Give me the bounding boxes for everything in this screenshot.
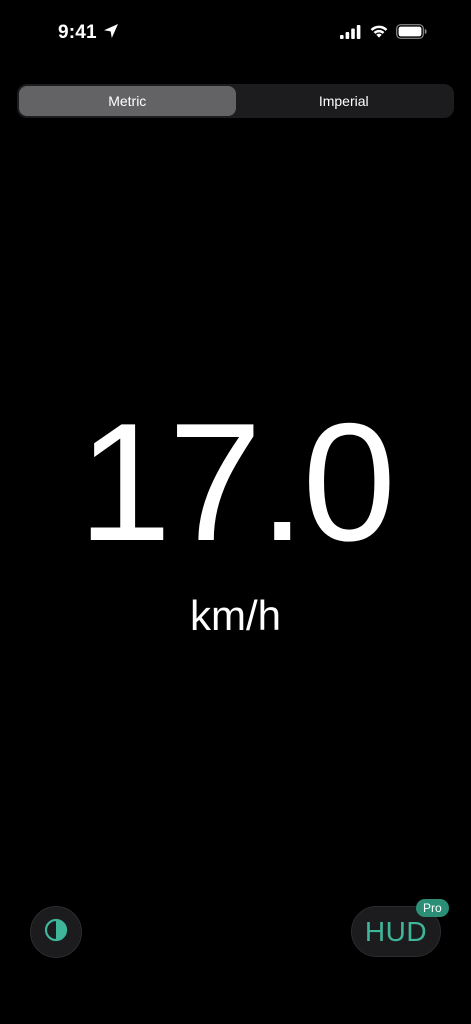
status-indicators <box>340 24 427 44</box>
theme-toggle-button[interactable] <box>30 906 82 958</box>
pro-badge: Pro <box>416 899 449 917</box>
battery-icon <box>396 24 427 44</box>
hud-label: HUD <box>364 915 428 947</box>
wifi-icon <box>369 24 389 44</box>
segment-metric[interactable]: Metric <box>19 86 236 116</box>
cellular-signal-icon <box>340 24 362 44</box>
speed-value: 17.0 <box>78 388 396 576</box>
unit-segmented-control: Metric Imperial <box>17 84 454 118</box>
speed-unit: km/h <box>189 592 281 639</box>
status-bar: 9:41 <box>0 0 471 70</box>
status-time: 9:41 <box>58 22 97 43</box>
segment-imperial[interactable]: Imperial <box>236 86 453 116</box>
contrast-icon <box>44 918 68 947</box>
location-arrow-icon <box>103 23 119 44</box>
status-time-group: 9:41 <box>58 22 119 44</box>
